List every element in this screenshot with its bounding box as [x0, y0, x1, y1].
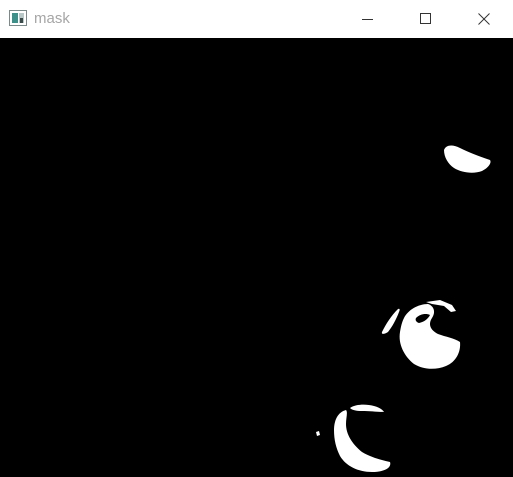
minimize-button[interactable] [345, 0, 391, 38]
maximize-icon [420, 13, 432, 25]
title-bar[interactable]: mask [0, 0, 513, 38]
close-button[interactable] [461, 0, 507, 38]
minimize-icon [362, 13, 374, 25]
app-icon [9, 10, 27, 26]
app-window: mask [0, 0, 513, 477]
window-title: mask [34, 10, 70, 27]
close-icon [478, 13, 490, 25]
mask-image [0, 38, 513, 477]
maximize-button[interactable] [403, 0, 449, 38]
